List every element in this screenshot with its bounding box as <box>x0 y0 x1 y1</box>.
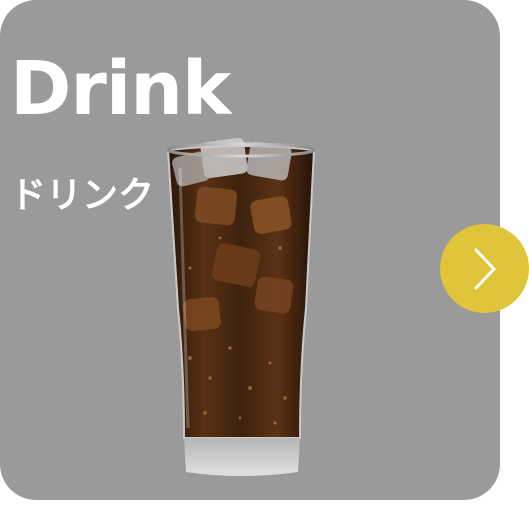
category-title-ja: ドリンク <box>10 175 155 216</box>
iced-cola-glass-image <box>160 128 322 484</box>
drink-category-card[interactable]: Drink ドリンク <box>0 0 500 500</box>
category-title-en: Drink <box>10 46 231 132</box>
next-button[interactable] <box>440 224 529 313</box>
chevron-right-icon <box>470 246 500 292</box>
